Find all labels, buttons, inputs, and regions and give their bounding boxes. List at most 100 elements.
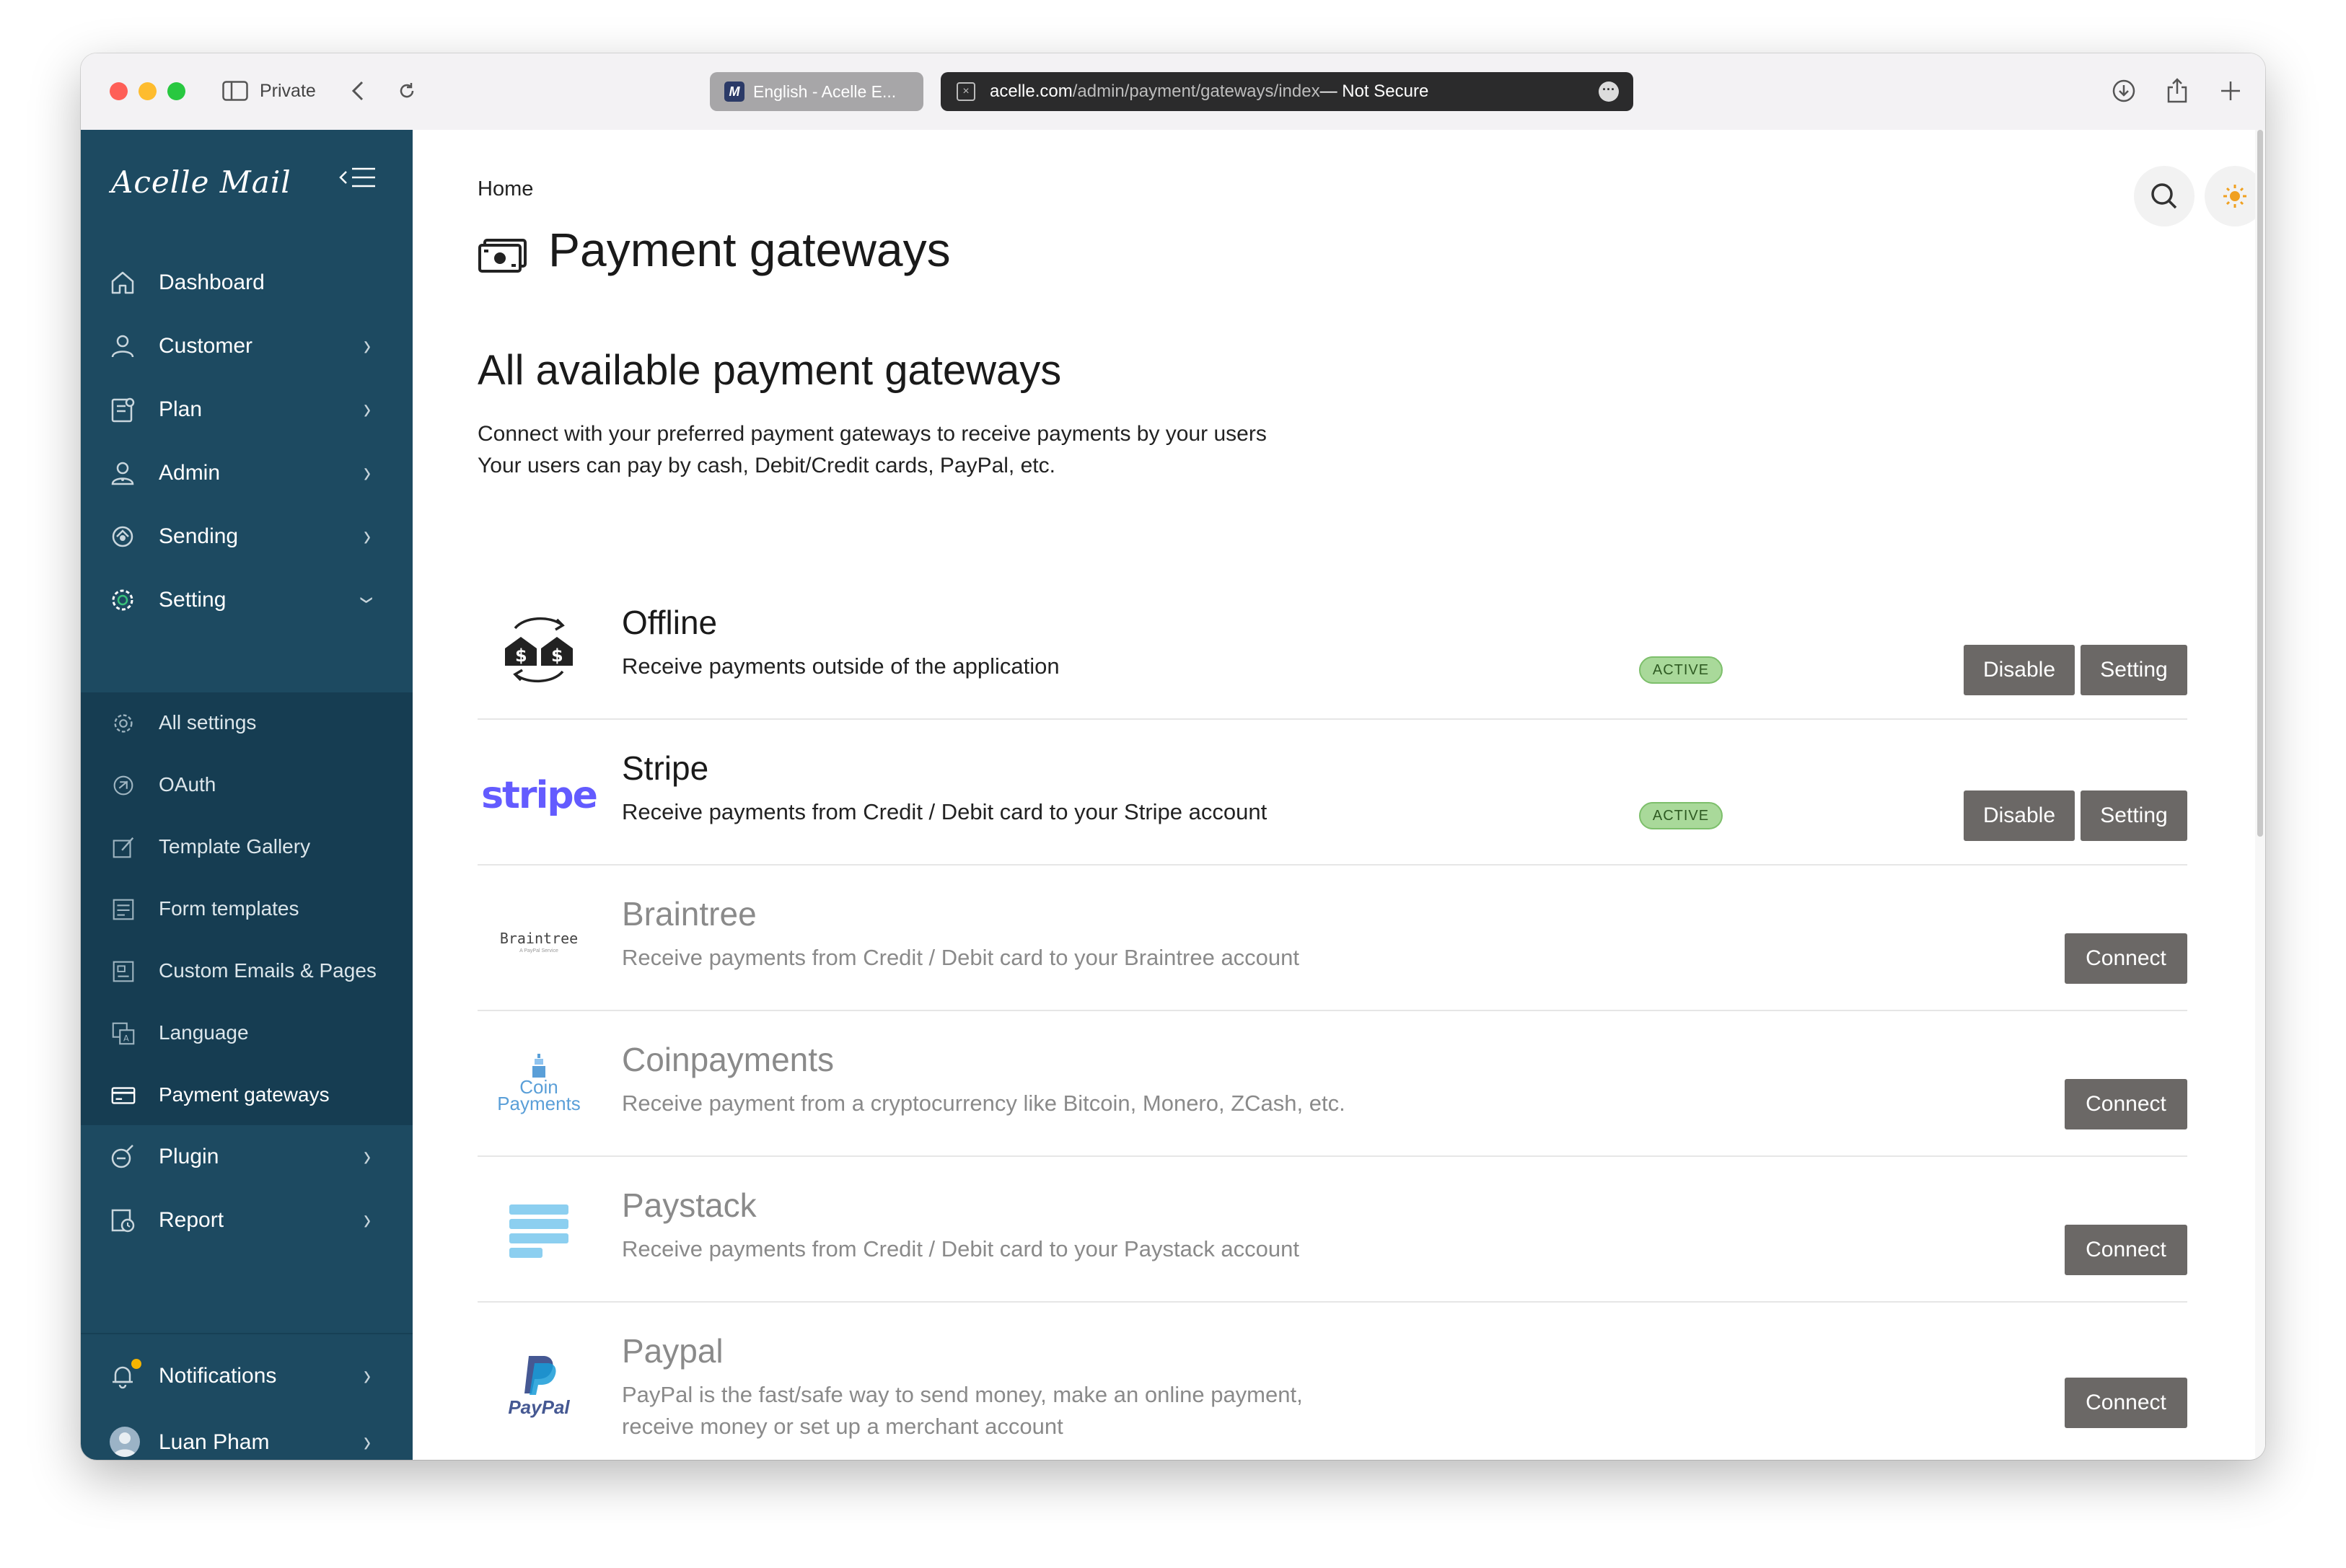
sidebar-item-label: Plugin [159, 1145, 219, 1168]
braintree-logo-text: Braintree [499, 929, 579, 947]
gateway-row-stripe: stripe Stripe Receive payments from Cred… [478, 720, 2187, 866]
breadcrumb[interactable]: Home [478, 177, 533, 201]
sidebar-item-setting[interactable]: Setting › [81, 568, 413, 632]
chevron-right-icon: › [364, 1425, 371, 1459]
chevron-right-icon: › [364, 392, 371, 426]
back-icon[interactable] [343, 75, 372, 107]
offline-logo: $ $ [478, 610, 600, 690]
sidebar-item-label: Dashboard [159, 270, 265, 294]
paypal-icon [524, 1355, 556, 1395]
user-icon [111, 335, 134, 358]
plan-icon [111, 397, 135, 423]
sending-icon [112, 526, 133, 547]
sidebar-item-dashboard[interactable]: Dashboard [81, 251, 413, 314]
sidebar-item-oauth[interactable]: OAuth [81, 754, 413, 816]
sidebar-item-form-templates[interactable]: Form templates [81, 878, 413, 941]
download-icon[interactable] [2108, 75, 2140, 107]
section-title: All available payment gateways [478, 347, 1062, 394]
search-button[interactable] [2134, 166, 2195, 226]
admin-icon [111, 462, 134, 485]
address-bar[interactable]: × acelle.com/admin/payment/gateways/inde… [941, 72, 1633, 111]
sidebar-item-sending[interactable]: Sending › [81, 505, 413, 568]
sidebar-item-language[interactable]: A Language [81, 1003, 413, 1065]
connect-button[interactable]: Connect [2065, 1079, 2187, 1129]
chevron-right-icon: › [364, 1140, 371, 1173]
setting-button[interactable]: Setting [2081, 645, 2187, 695]
url-path: /admin/payment/gateways/index [1072, 82, 1320, 101]
collapse-sidebar-icon[interactable] [338, 164, 378, 193]
reload-icon[interactable] [392, 75, 421, 107]
sidebar-toggle-icon[interactable] [219, 75, 251, 107]
stripe-logo: stripe [478, 756, 600, 835]
page-title: Payment gateways [548, 223, 951, 276]
app-logo[interactable]: Acelle Mail [111, 164, 291, 200]
sidebar-item-label: Plan [159, 397, 203, 421]
offline-payment-icon: $ $ [505, 617, 573, 683]
custom-pages-icon [113, 961, 134, 982]
sidebar-sub-label: All settings [159, 711, 257, 734]
gateway-description-line: receive money or set up a merchant accou… [622, 1414, 1063, 1439]
disable-button[interactable]: Disable [1964, 645, 2075, 695]
sidebar-item-plan[interactable]: Plan › [81, 378, 413, 441]
gateway-name: Offline [622, 604, 718, 641]
connect-button[interactable]: Connect [2065, 1225, 2187, 1275]
gateway-description: Receive payments from Credit / Debit car… [622, 1236, 1300, 1261]
sidebar-item-label: Notifications [159, 1364, 277, 1388]
gateway-row-paypal: PayPal Paypal PayPal is the fast/safe wa… [478, 1303, 2187, 1460]
gateway-description: Receive payment from a cryptocurrency li… [622, 1091, 1345, 1116]
gateway-name: Braintree [622, 895, 757, 933]
chevron-right-icon: › [364, 456, 371, 490]
sidebar-item-user[interactable]: Luan Pham › [81, 1411, 413, 1460]
gateway-description: Receive payments from Credit / Debit car… [622, 799, 1268, 824]
paypal-logo: PayPal [478, 1346, 600, 1425]
page-scrollbar[interactable] [2255, 130, 2265, 1460]
description-line: Your users can pay by cash, Debit/Credit… [478, 454, 1055, 477]
oauth-icon [113, 775, 133, 796]
private-label: Private [260, 81, 316, 101]
scrollbar-thumb[interactable] [2257, 130, 2263, 837]
chevron-right-icon: › [364, 329, 371, 363]
gateway-name: Coinpayments [622, 1041, 835, 1078]
disable-button[interactable]: Disable [1964, 790, 2075, 841]
new-tab-icon[interactable] [2215, 75, 2246, 107]
sidebar-item-custom-emails-pages[interactable]: Custom Emails & Pages [81, 941, 413, 1003]
sidebar-item-all-settings[interactable]: All settings [81, 692, 413, 754]
gateway-name: Paypal [622, 1332, 724, 1370]
home-icon [111, 271, 134, 294]
share-icon[interactable] [2161, 75, 2193, 107]
paypal-logo-text: PayPal [508, 1396, 570, 1418]
more-icon[interactable]: ··· [1599, 82, 1619, 102]
sidebar-item-notifications[interactable]: Notifications › [81, 1344, 413, 1408]
template-icon [113, 837, 134, 858]
chevron-right-icon: › [364, 519, 371, 553]
avatar [110, 1427, 140, 1457]
gateway-description: Receive payments outside of the applicat… [622, 653, 1060, 679]
sidebar-item-admin[interactable]: Admin › [81, 441, 413, 505]
coinpayments-logo: Coin Payments [478, 1043, 600, 1122]
gateway-description: PayPal is the fast/safe way to send mone… [622, 1379, 1560, 1443]
tab-english-acelle[interactable]: M English - Acelle E... [710, 72, 923, 111]
close-window-button[interactable] [110, 82, 128, 100]
sidebar-item-template-gallery[interactable]: Template Gallery [81, 816, 413, 878]
sidebar-sub-label: Form templates [159, 897, 299, 920]
main-content: Home Payment gateways All available paym… [413, 130, 2265, 1460]
money-icon [478, 239, 527, 273]
sidebar-item-payment-gateways[interactable]: Payment gateways [81, 1065, 413, 1127]
gateway-row-offline: $ $ Offline Receive payments outside of … [478, 589, 2187, 720]
connect-button[interactable]: Connect [2065, 933, 2187, 984]
sidebar-sub-label: OAuth [159, 773, 216, 796]
sidebar-item-plugin[interactable]: Plugin › [81, 1125, 413, 1189]
gateway-row-coinpayments: Coin Payments Coinpayments Receive payme… [478, 1011, 2187, 1157]
sidebar-item-report[interactable]: Report › [81, 1189, 413, 1252]
browser-titlebar: Private M English - Acelle E... × acelle… [81, 53, 2265, 131]
paystack-icon [509, 1204, 568, 1258]
setting-button[interactable]: Setting [2081, 790, 2187, 841]
zoom-window-button[interactable] [167, 82, 185, 100]
sidebar-item-label: Customer [159, 334, 253, 358]
sidebar-item-customer[interactable]: Customer › [81, 314, 413, 378]
sidebar-item-label: Sending [159, 524, 239, 548]
connect-button[interactable]: Connect [2065, 1378, 2187, 1428]
minimize-window-button[interactable] [139, 82, 157, 100]
language-icon: A [112, 1022, 135, 1045]
sidebar-divider [81, 1333, 413, 1334]
